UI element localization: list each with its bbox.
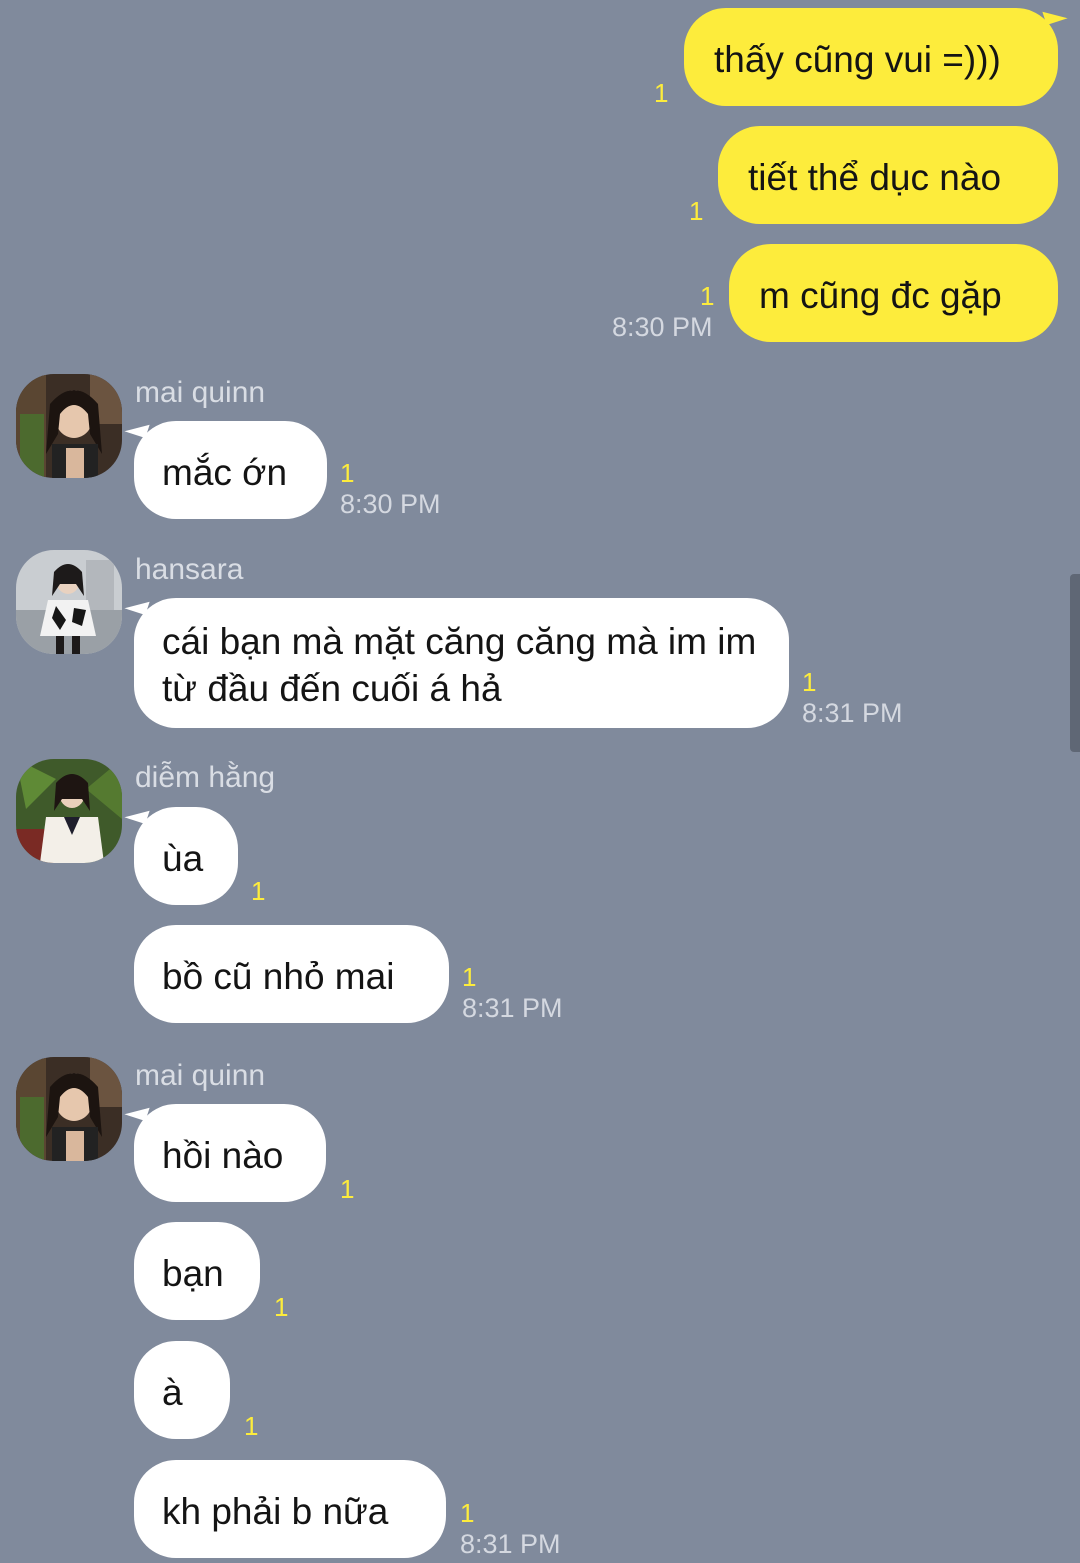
their-message-bubble[interactable]: à: [134, 1341, 230, 1439]
avatar-photo-icon: [16, 1057, 122, 1161]
message-timestamp: 8:31 PM: [802, 698, 903, 728]
avatar-photo-icon: [16, 374, 122, 478]
bubble-tail: [1042, 4, 1068, 26]
their-message-bubble[interactable]: kh phải b nữa: [134, 1460, 446, 1558]
unread-count: 1: [340, 458, 355, 488]
their-message-bubble[interactable]: bồ cũ nhỏ mai: [134, 925, 449, 1023]
message-text: mắc ớn: [162, 452, 288, 493]
avatar-diem-hang[interactable]: [16, 759, 122, 863]
my-message-bubble[interactable]: thấy cũng vui =))): [684, 4, 1068, 106]
my-message-bubble[interactable]: m cũng đc gặp: [729, 244, 1058, 342]
their-message-bubble[interactable]: mắc ớn: [124, 417, 327, 519]
message-timestamp: 8:30 PM: [612, 312, 713, 342]
unread-count: 1: [340, 1174, 355, 1204]
message-text: tiết thể dục nào: [748, 157, 1002, 198]
scrollbar[interactable]: [1070, 574, 1080, 752]
message-text: m cũng đc gặp: [759, 275, 1002, 316]
message-text: hồi nào: [162, 1135, 284, 1176]
my-message-bubble[interactable]: tiết thể dục nào: [718, 126, 1058, 224]
unread-count: 1: [462, 962, 477, 992]
their-message-bubble[interactable]: bạn: [134, 1222, 260, 1320]
bubble-tail: [124, 594, 150, 616]
their-message-bubble[interactable]: hồi nào: [124, 1100, 326, 1202]
bubble-tail: [124, 417, 150, 439]
bubble-tail: [124, 803, 150, 825]
message-text: à: [162, 1372, 183, 1413]
their-message-bubble[interactable]: ùa: [124, 803, 238, 905]
avatar-photo-icon: [16, 550, 122, 654]
message-text: bạn: [162, 1253, 224, 1294]
sender-name: mai quinn: [135, 1059, 266, 1092]
message-text: kh phải b nữa: [162, 1491, 389, 1532]
unread-count: 1: [700, 281, 715, 311]
unread-count: 1: [654, 78, 669, 108]
message-timestamp: 8:30 PM: [340, 489, 441, 519]
message-text: thấy cũng vui =))): [714, 39, 1001, 80]
avatar-hansara[interactable]: [16, 550, 122, 654]
message-timestamp: 8:31 PM: [462, 993, 563, 1023]
message-text: bồ cũ nhỏ mai: [162, 956, 395, 997]
sender-name: mai quinn: [135, 376, 266, 409]
sender-name: diễm hằng: [135, 761, 276, 794]
message-text: cái bạn mà mặt căng căng mà im im từ đầu…: [162, 621, 757, 709]
unread-count: 1: [460, 1498, 475, 1528]
avatar-mai-quinn[interactable]: [16, 374, 122, 478]
unread-count: 1: [274, 1292, 289, 1322]
unread-count: 1: [244, 1411, 259, 1441]
message-text: ùa: [162, 838, 204, 879]
unread-count: 1: [251, 876, 266, 906]
avatar-photo-icon: [16, 759, 122, 863]
chat-messages-area[interactable]: thấy cũng vui =))) 1 tiết thể dục nào 1 …: [0, 0, 1080, 1563]
message-timestamp: 8:31 PM: [460, 1529, 561, 1559]
unread-count: 1: [802, 667, 817, 697]
bubble-tail: [124, 1100, 150, 1122]
their-message-bubble[interactable]: cái bạn mà mặt căng căng mà im im từ đầu…: [124, 594, 789, 728]
unread-count: 1: [689, 196, 704, 226]
sender-name: hansara: [135, 553, 244, 586]
avatar-mai-quinn[interactable]: [16, 1057, 122, 1161]
